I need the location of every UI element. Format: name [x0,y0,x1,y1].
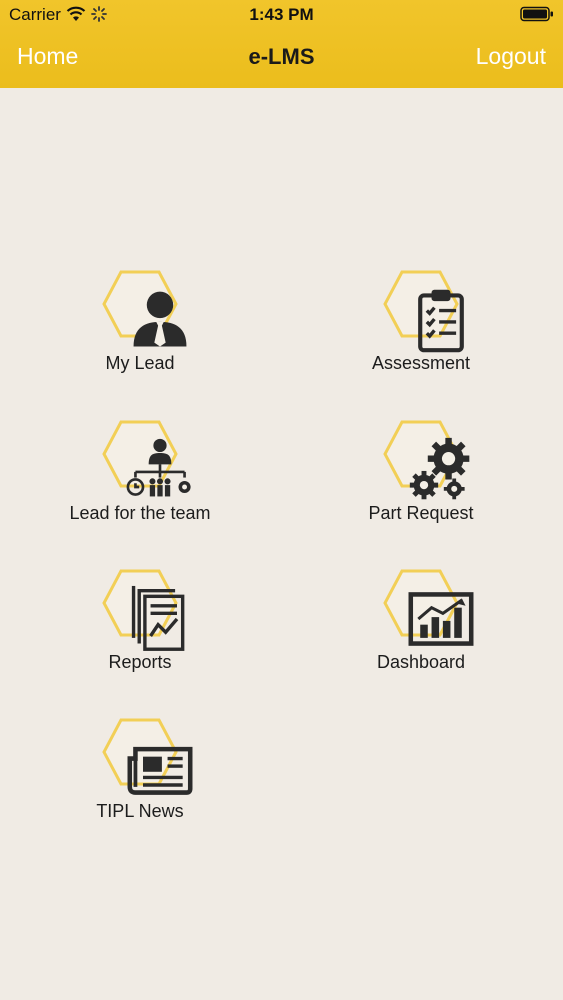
hex-badge [383,420,470,500]
menu-tile-label: My Lead [105,353,175,373]
app-header: Carrier 1:43 PM Home e-LMS Logout [0,0,563,88]
clipboard-checklist-icon [418,289,464,353]
report-document-icon [131,585,185,651]
menu-tile-my-lead[interactable]: My Lead [30,270,250,400]
hex-badge [383,270,464,353]
menu-tile-lead-for-the-team[interactable]: Lead for the team [30,420,250,550]
gears-icon [409,437,470,500]
menu-tile-assessment[interactable]: Assessment [311,270,531,400]
battery-icon [520,6,554,27]
status-bar: Carrier 1:43 PM [0,0,563,30]
navigation-bar: Home e-LMS Logout [0,30,563,88]
status-time: 1:43 PM [249,5,314,24]
menu-tile-reports[interactable]: Reports [30,569,250,699]
user-tie-icon [133,291,187,347]
menu-tile-label: Part Request [368,503,474,523]
menu-tile-part-request[interactable]: Part Request [311,420,531,550]
team-hierarchy-icon [126,438,191,497]
logout-button[interactable]: Logout [476,43,546,70]
menu-tile-label: Lead for the team [69,503,211,523]
hex-badge [102,569,185,651]
hex-badge [102,420,191,497]
menu-tile-label: Dashboard [376,652,466,672]
newspaper-icon [127,746,193,795]
bar-chart-icon [408,592,474,646]
menu-tile-tipl-news[interactable]: TIPL News [30,718,250,848]
menu-tile-label: TIPL News [96,801,184,821]
menu-tile-label: Assessment [371,353,471,373]
hex-badge [383,569,474,646]
menu-tile-label: Reports [108,652,172,672]
hex-badge [102,718,193,795]
menu-tile-dashboard[interactable]: Dashboard [311,569,531,699]
hex-badge [102,270,187,347]
